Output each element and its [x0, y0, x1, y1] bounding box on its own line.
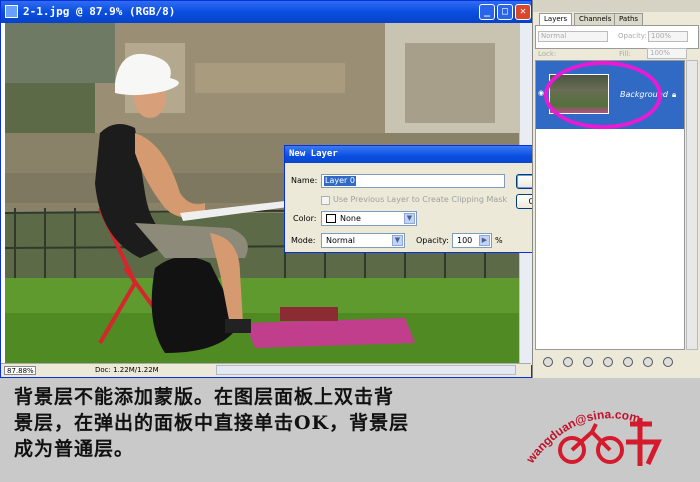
- lock-label: Lock:: [538, 50, 557, 58]
- new-group-icon[interactable]: [623, 357, 633, 367]
- zoom-field[interactable]: 87.88%: [4, 366, 36, 375]
- document-title: 2-1.jpg @ 87.9% (RGB/8): [23, 5, 176, 18]
- blend-mode-select[interactable]: Normal: [538, 31, 608, 42]
- caption-text: 背景层不能添加蒙版。在图层面板上双击背 景层，在弹出的面板中直接单击OK，背景层…: [14, 384, 494, 462]
- lock-icon: 🔒︎: [672, 90, 677, 99]
- opacity-unit: %: [495, 236, 503, 245]
- status-bar: 87.88% Doc: 1.22M/1.22M: [1, 363, 531, 377]
- caption-line-2: 景层，在弹出的面板中直接单击OK，背景层: [14, 412, 410, 434]
- photoshop-doc-icon: [5, 5, 18, 18]
- layer-mask-icon[interactable]: [583, 357, 593, 367]
- link-icon[interactable]: [543, 357, 553, 367]
- highlight-ellipse: [544, 61, 662, 129]
- chevron-right-icon[interactable]: ▶: [479, 235, 490, 246]
- layer-row-background[interactable]: ◉ Background 🔒︎: [536, 61, 684, 129]
- minimize-icon[interactable]: _: [479, 4, 495, 20]
- fill-input[interactable]: 100%: [647, 48, 687, 59]
- palette-opacity-label: Opacity:: [618, 32, 647, 40]
- document-title-bar[interactable]: 2-1.jpg @ 87.9% (RGB/8) _ □ ✕: [1, 1, 531, 23]
- palette-footer: [535, 353, 699, 375]
- dialog-title: New Layer: [289, 149, 338, 159]
- opacity-input[interactable]: 100 ▶: [452, 233, 492, 248]
- layers-scrollbar[interactable]: [686, 60, 698, 350]
- color-value: None: [340, 214, 361, 223]
- opacity-value: 100: [457, 236, 473, 245]
- new-layer-icon[interactable]: [643, 357, 653, 367]
- adjustment-layer-icon[interactable]: [603, 357, 613, 367]
- color-label: Color:: [293, 214, 317, 223]
- mode-value: Normal: [326, 236, 355, 245]
- mode-label: Mode:: [291, 236, 316, 245]
- chevron-down-icon: ▼: [392, 235, 403, 246]
- caption-line-1: 背景层不能添加蒙版。在图层面板上双击背: [14, 386, 395, 408]
- color-select[interactable]: None ▼: [321, 211, 417, 226]
- name-label: Name:: [291, 176, 318, 185]
- layers-palette: Layers Channels Paths Normal Opacity: 10…: [532, 0, 700, 378]
- trash-icon[interactable]: [663, 357, 673, 367]
- horizontal-scrollbar[interactable]: [216, 365, 516, 375]
- palette-controls: Normal Opacity: 100%: [535, 25, 699, 49]
- close-icon[interactable]: ✕: [515, 4, 531, 20]
- fill-value: 100%: [650, 49, 671, 57]
- layers-list: ◉ Background 🔒︎: [535, 60, 685, 350]
- maximize-icon[interactable]: □: [497, 4, 513, 20]
- watermark-logo: wangduan@sina.com: [523, 407, 662, 467]
- mode-select[interactable]: Normal ▼: [321, 233, 405, 248]
- layer-style-icon[interactable]: [563, 357, 573, 367]
- palette-opacity-input[interactable]: 100%: [648, 31, 688, 42]
- blend-mode-value: Normal: [541, 32, 567, 40]
- clipping-mask-label: Use Previous Layer to Create Clipping Ma…: [333, 195, 508, 204]
- doc-size-info[interactable]: Doc: 1.22M/1.22M: [95, 366, 159, 374]
- fill-label: Fill:: [619, 50, 631, 58]
- caption-line-3: 成为普通层。: [14, 438, 135, 460]
- clipping-mask-checkbox[interactable]: [321, 196, 330, 205]
- layer-name-value: Layer 0: [324, 176, 356, 186]
- palette-title-strip[interactable]: [533, 0, 700, 12]
- opacity-label: Opacity:: [416, 236, 449, 245]
- palette-opacity-value: 100%: [651, 32, 672, 40]
- color-swatch: [326, 214, 336, 223]
- layer-name-input[interactable]: Layer 0: [321, 174, 505, 188]
- chevron-down-icon: ▼: [404, 213, 415, 224]
